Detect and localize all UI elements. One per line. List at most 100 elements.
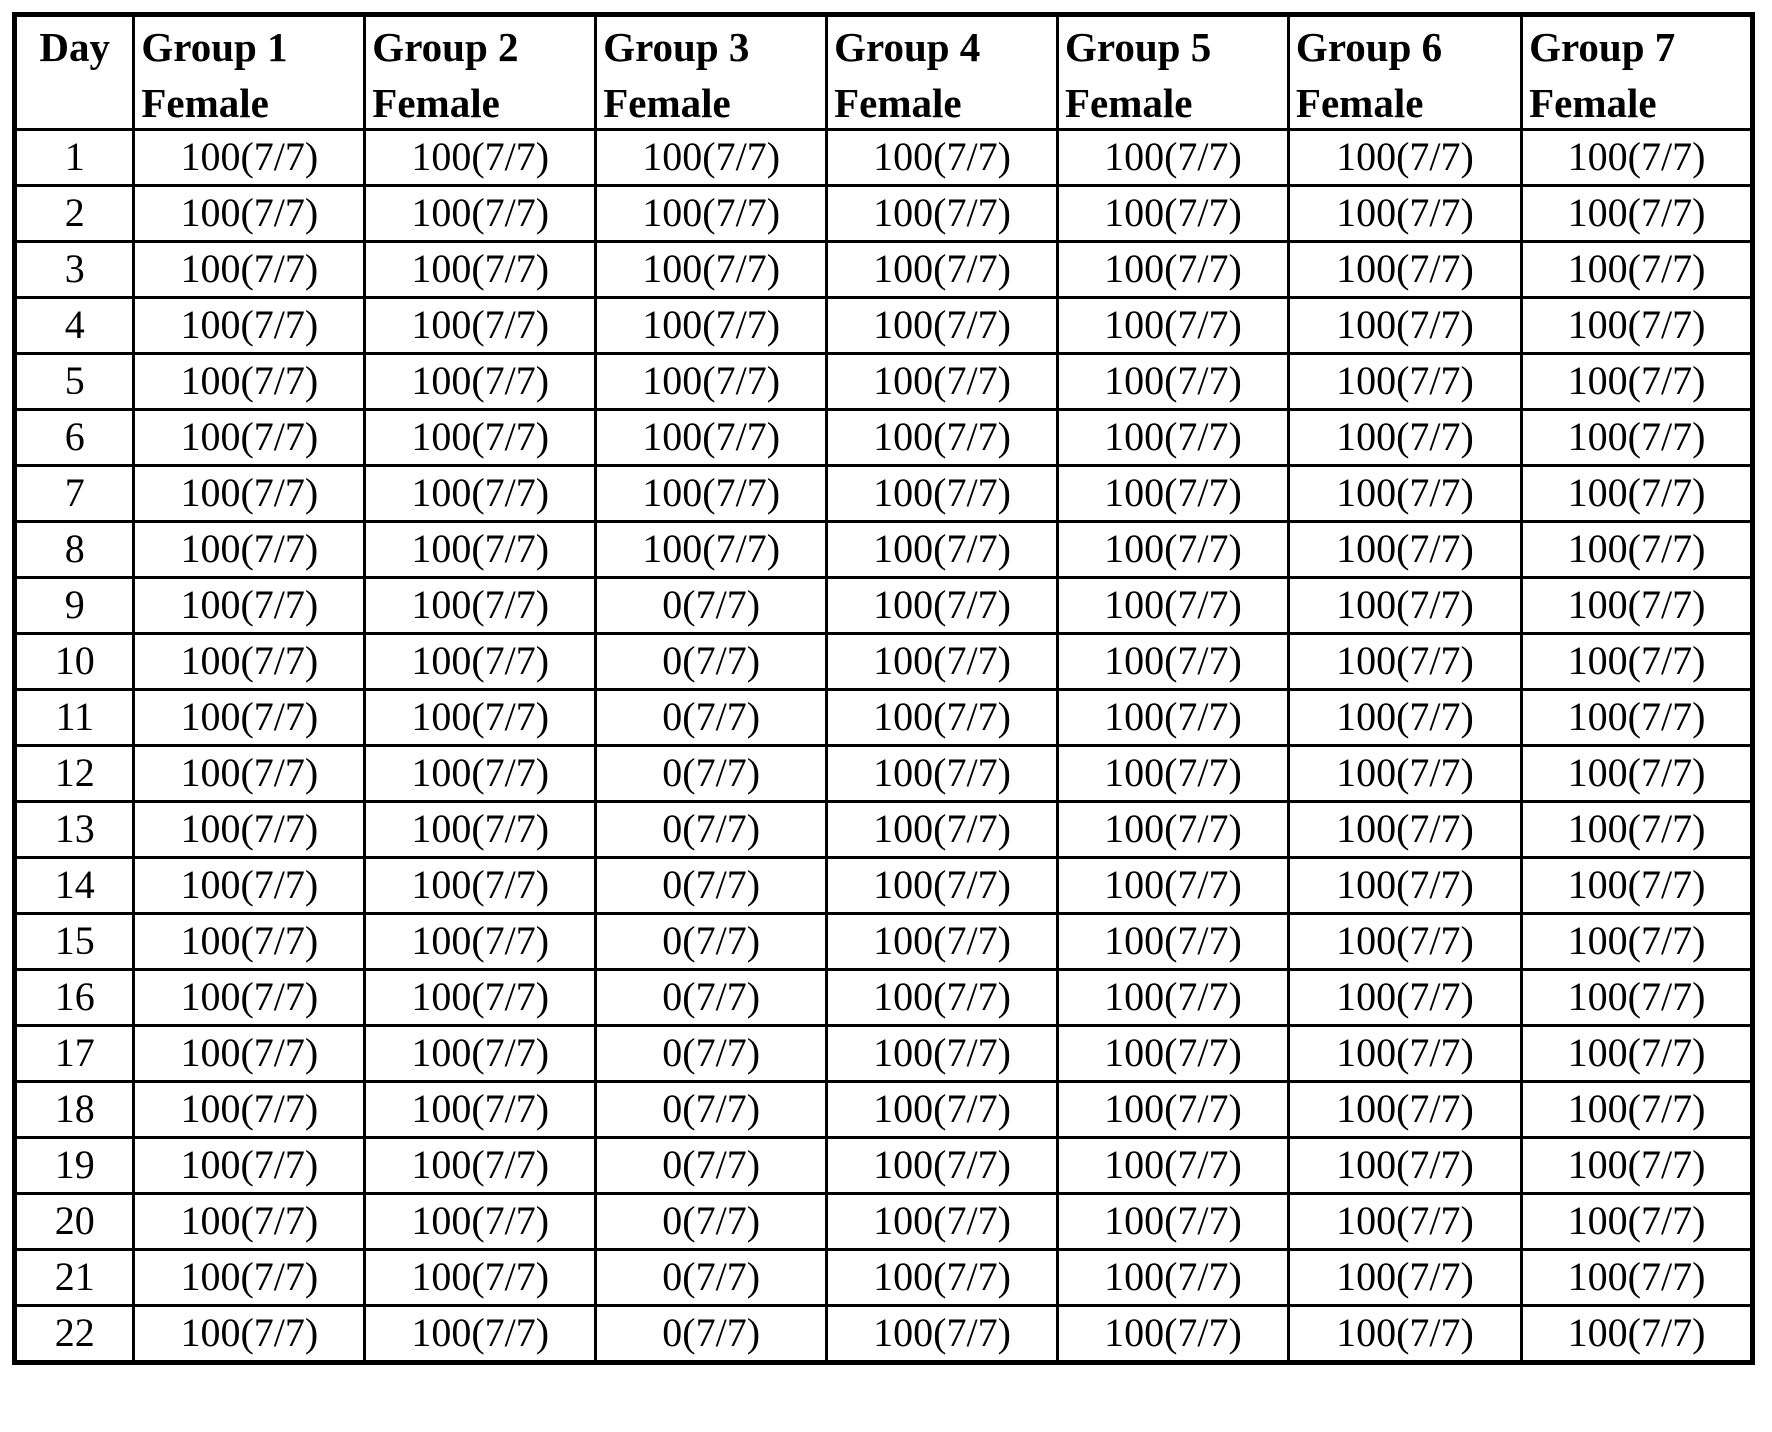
table-row: 7 100(7/7) 100(7/7) 100(7/7) 100(7/7) 100(7/7… [12,463,1754,523]
cell-group4: 100(7/7) [825,519,1060,579]
cell-group5: 100(7/7) [1056,687,1290,747]
cell-group3: 100(7/7) [594,407,829,467]
column-header-group3-group-label: Group 3 [603,24,750,70]
cell-day: 9 [12,575,136,635]
cell-day: 12 [12,743,136,803]
cell-group1: 100(7/7) [132,743,367,803]
cell-group3: 0(7/7) [594,911,829,971]
cell-day: 14 [12,855,136,915]
table-row: 2 100(7/7) 100(7/7) 100(7/7) 100(7/7) 100(7/7… [12,183,1754,243]
cell-group6: 100(7/7) [1286,967,1524,1027]
cell-day: 22 [12,1303,136,1364]
cell-group1: 100(7/7) [132,1303,367,1364]
cell-group2: 100(7/7) [363,1135,598,1195]
column-header-group6-group-label: Group 6 [1295,24,1443,70]
table-row: 17 100(7/7) 100(7/7) 0(7/7) 100(7/7) 100(7/7)… [12,1023,1754,1083]
cell-group1: 100(7/7) [132,799,367,859]
cell-group1: 100(7/7) [132,687,367,747]
table-row: 13 100(7/7) 100(7/7) 0(7/7) 100(7/7) 100(7/7)… [12,799,1754,859]
cell-group7: 100(7/7) [1520,127,1754,187]
cell-group5: 100(7/7) [1056,351,1290,411]
cell-group4: 100(7/7) [825,575,1060,635]
cell-group2: 100(7/7) [363,407,598,467]
cell-day: 10 [12,631,136,691]
cell-group1: 100(7/7) [132,239,367,299]
column-header-group5: Group 5 Female [1056,13,1290,131]
table-body: 1 100(7/7) 100(7/7) 100(7/7) 100(7/7) 100(7/7… [12,127,1754,1364]
cell-group4: 100(7/7) [825,1247,1060,1307]
cell-day: 3 [12,239,136,299]
cell-group2: 100(7/7) [363,463,598,523]
cell-group4: 100(7/7) [825,1135,1060,1195]
cell-day: 18 [12,1079,136,1139]
cell-group7: 100(7/7) [1520,239,1754,299]
cell-group3: 0(7/7) [594,743,829,803]
cell-group4: 100(7/7) [825,799,1060,859]
table-row: 11 100(7/7) 100(7/7) 0(7/7) 100(7/7) 100(7/7)… [12,687,1754,747]
cell-group3: 100(7/7) [594,519,829,579]
cell-group3: 0(7/7) [594,799,829,859]
cell-group3: 0(7/7) [594,967,829,1027]
column-header-group1: Group 1 Female [132,13,367,131]
table-row: 21 100(7/7) 100(7/7) 0(7/7) 100(7/7) 100(7/7)… [12,1247,1754,1307]
cell-group6: 100(7/7) [1286,1135,1524,1195]
cell-group1: 100(7/7) [132,575,367,635]
cell-group4: 100(7/7) [825,631,1060,691]
cell-group5: 100(7/7) [1056,1191,1290,1251]
table-row: 22 100(7/7) 100(7/7) 0(7/7) 100(7/7) 100(7/7)… [12,1303,1754,1364]
table-row: 8 100(7/7) 100(7/7) 100(7/7) 100(7/7) 100(7/7… [12,519,1754,579]
cell-group7: 100(7/7) [1520,1247,1754,1307]
cell-group5: 100(7/7) [1056,295,1290,355]
column-header-group4: Group 4 Female [825,13,1060,131]
cell-group6: 100(7/7) [1286,351,1524,411]
cell-group5: 100(7/7) [1056,575,1290,635]
cell-group3: 0(7/7) [594,1247,829,1307]
cell-group3: 0(7/7) [594,1079,829,1139]
cell-group3: 0(7/7) [594,1135,829,1195]
cell-group2: 100(7/7) [363,743,598,803]
cell-day: 6 [12,407,136,467]
cell-group1: 100(7/7) [132,855,367,915]
cell-day: 15 [12,911,136,971]
cell-group6: 100(7/7) [1286,575,1524,635]
column-header-group6-sex-label: Female [1295,80,1424,127]
cell-group2: 100(7/7) [363,1191,598,1251]
column-header-group7: Group 7 Female [1520,13,1754,131]
cell-group7: 100(7/7) [1520,631,1754,691]
cell-group1: 100(7/7) [132,407,367,467]
cell-group6: 100(7/7) [1286,519,1524,579]
table-row: 16 100(7/7) 100(7/7) 0(7/7) 100(7/7) 100(7/7)… [12,967,1754,1027]
cell-group2: 100(7/7) [363,575,598,635]
cell-group3: 0(7/7) [594,631,829,691]
cell-group6: 100(7/7) [1286,631,1524,691]
cell-group2: 100(7/7) [363,127,598,187]
cell-group7: 100(7/7) [1520,799,1754,859]
cell-group4: 100(7/7) [825,911,1060,971]
cell-group7: 100(7/7) [1520,183,1754,243]
cell-group2: 100(7/7) [363,631,598,691]
cell-day: 19 [12,1135,136,1195]
cell-group6: 100(7/7) [1286,687,1524,747]
cell-group6: 100(7/7) [1286,183,1524,243]
table-header: Day Group 1 Female Group 2 Female Group 3 Fema… [12,13,1754,131]
column-header-group1-sex-label: Female [141,80,269,127]
table-row: 19 100(7/7) 100(7/7) 0(7/7) 100(7/7) 100(7/7)… [12,1135,1754,1195]
cell-group2: 100(7/7) [363,1303,598,1364]
cell-group1: 100(7/7) [132,1023,367,1083]
cell-group1: 100(7/7) [132,1135,367,1195]
column-header-group2: Group 2 Female [363,13,598,131]
cell-group4: 100(7/7) [825,1079,1060,1139]
cell-group1: 100(7/7) [132,351,367,411]
cell-group2: 100(7/7) [363,1247,598,1307]
table-row: 20 100(7/7) 100(7/7) 0(7/7) 100(7/7) 100(7/7)… [12,1191,1754,1251]
cell-group4: 100(7/7) [825,967,1060,1027]
table-row: 12 100(7/7) 100(7/7) 0(7/7) 100(7/7) 100(7/7)… [12,743,1754,803]
cell-group5: 100(7/7) [1056,1247,1290,1307]
cell-group4: 100(7/7) [825,295,1060,355]
cell-group3: 100(7/7) [594,463,829,523]
cell-group4: 100(7/7) [825,239,1060,299]
cell-group6: 100(7/7) [1286,1247,1524,1307]
cell-group1: 100(7/7) [132,519,367,579]
cell-day: 8 [12,519,136,579]
cell-group3: 100(7/7) [594,183,829,243]
